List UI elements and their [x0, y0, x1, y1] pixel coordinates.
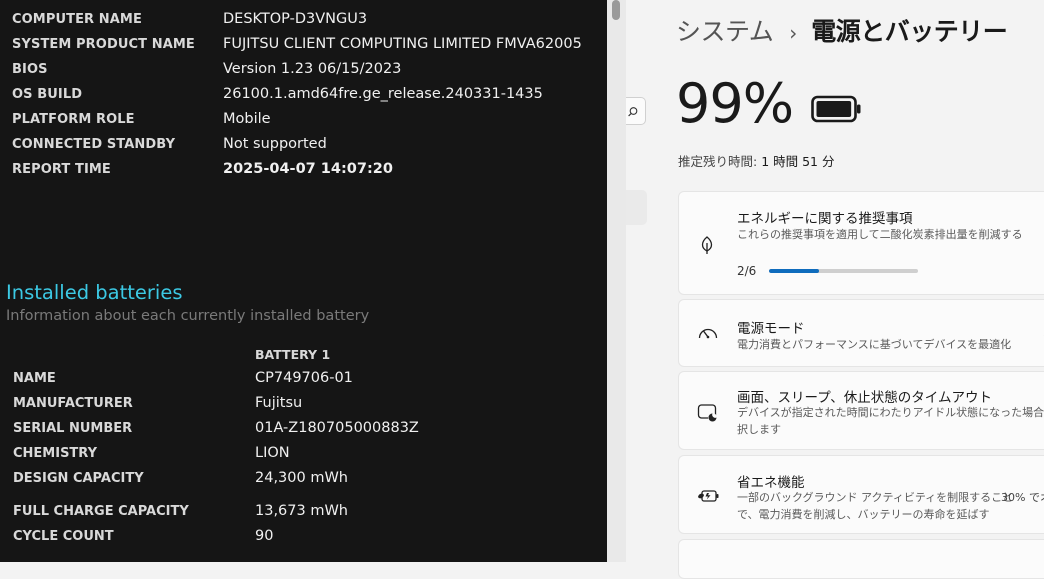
- remaining-time-label: 推定残り時間:: [678, 154, 762, 169]
- battery-value: 24,300 mWh: [255, 470, 348, 486]
- vertical-scrollbar[interactable]: [607, 0, 626, 562]
- card-description-line2: 択します: [737, 423, 781, 436]
- system-info-row: PLATFORM ROLE Mobile: [0, 111, 607, 137]
- info-value: FUJITSU CLIENT COMPUTING LIMITED FMVA620…: [223, 36, 582, 52]
- battery-row: MANUFACTURER Fujitsu: [0, 395, 607, 421]
- info-key: SYSTEM PRODUCT NAME: [12, 37, 195, 52]
- system-info-row: CONNECTED STANDBY Not supported: [0, 136, 607, 162]
- remaining-time: 推定残り時間: 1 時間 51 分: [678, 151, 834, 170]
- battery-row: CHEMISTRY LION: [0, 445, 607, 471]
- battery-key: SERIAL NUMBER: [13, 421, 133, 436]
- installed-batteries-title: Installed batteries: [6, 281, 183, 304]
- recommendations-progress-bar: [769, 269, 918, 273]
- battery-saver-card[interactable]: 省エネ機能 一部のバックグラウンド アクティビティを制限すること で、電力消費を…: [678, 455, 1044, 534]
- battery-row: DESIGN CAPACITY 24,300 mWh: [0, 470, 607, 496]
- battery-value: 13,673 mWh: [255, 503, 348, 519]
- breadcrumb-separator: ›: [789, 21, 798, 45]
- card-title: 電源モード: [737, 321, 805, 337]
- battery-saver-icon: [698, 490, 719, 502]
- battery-icon: [811, 95, 861, 123]
- battery-value: 90: [255, 528, 274, 544]
- info-key: OS BUILD: [12, 87, 83, 102]
- scrollbar-thumb[interactable]: [612, 0, 620, 20]
- card-description-line1: 一部のバックグラウンド アクティビティを制限すること: [737, 491, 1014, 504]
- card-description: これらの推奨事項を適用して二酸化炭素排出量を削減する: [737, 228, 1023, 241]
- battery-saver-threshold[interactable]: 30% でオン: [1001, 489, 1044, 505]
- search-icon: [628, 107, 638, 117]
- system-info-row: BIOS Version 1.23 06/15/2023: [0, 61, 607, 87]
- battery-row: FULL CHARGE CAPACITY 13,673 mWh: [0, 503, 607, 529]
- battery-row: CYCLE COUNT 90: [0, 528, 607, 554]
- battery-key: NAME: [13, 371, 56, 386]
- battery-value: 01A-Z180705000883Z: [255, 420, 419, 436]
- battery-key: DESIGN CAPACITY: [13, 471, 144, 486]
- info-value: 26100.1.amd64fre.ge_release.240331-1435: [223, 86, 543, 102]
- info-value: Not supported: [223, 136, 327, 152]
- info-value: 2025-04-07 14:07:20: [223, 161, 393, 177]
- battery-value: CP749706-01: [255, 370, 353, 386]
- breadcrumb-parent[interactable]: システム: [676, 17, 774, 46]
- info-key: PLATFORM ROLE: [12, 112, 135, 127]
- recommendations-progress-text: 2/6: [737, 264, 757, 278]
- info-value: Version 1.23 06/15/2023: [223, 61, 402, 77]
- system-info-row: COMPUTER NAME DESKTOP-D3VNGU3: [0, 11, 607, 37]
- info-key: REPORT TIME: [12, 162, 111, 177]
- power-mode-card[interactable]: 電源モード 電力消費とパフォーマンスに基づいてデバイスを最適化 ⌄: [678, 299, 1044, 367]
- battery-report-pane: COMPUTER NAME DESKTOP-D3VNGU3 SYSTEM PRO…: [0, 0, 607, 562]
- battery-percentage: 99%: [676, 72, 794, 135]
- leaf-icon: [701, 236, 713, 254]
- settings-search-box[interactable]: [626, 97, 646, 125]
- energy-recommendations-card[interactable]: エネルギーに関する推奨事項 これらの推奨事項を適用して二酸化炭素排出量を削減する…: [678, 191, 1044, 295]
- nav-item-selected[interactable]: [626, 190, 647, 225]
- installed-batteries-subtitle: Information about each currently install…: [6, 308, 370, 324]
- battery-key: CHEMISTRY: [13, 446, 98, 461]
- system-info-row: OS BUILD 26100.1.amd64fre.ge_release.240…: [0, 86, 607, 112]
- info-key: COMPUTER NAME: [12, 12, 142, 27]
- breadcrumb: システム › 電源とバッテリー: [676, 12, 1008, 48]
- battery-row: SERIAL NUMBER 01A-Z180705000883Z: [0, 420, 607, 446]
- card-description-line2: で、電力消費を削減し、バッテリーの寿命を延ばす: [737, 508, 990, 521]
- card-description: 電力消費とパフォーマンスに基づいてデバイスを最適化: [737, 338, 1012, 351]
- card-title: エネルギーに関する推奨事項: [737, 211, 913, 227]
- info-key: CONNECTED STANDBY: [12, 137, 176, 152]
- settings-card-next[interactable]: [678, 539, 1044, 579]
- card-description-line1: デバイスが指定された時間にわたりアイドル状態になった場合の動作: [737, 406, 1044, 419]
- remaining-time-value: 1 時間 51 分: [761, 154, 835, 169]
- system-info-row: REPORT TIME 2025-04-07 14:07:20: [0, 161, 607, 187]
- system-info-row: SYSTEM PRODUCT NAME FUJITSU CLIENT COMPU…: [0, 36, 607, 62]
- battery-row: NAME CP749706-01: [0, 370, 607, 396]
- card-title: 画面、スリープ、休止状態のタイムアウト: [737, 390, 993, 406]
- info-value: Mobile: [223, 111, 271, 127]
- page-title: 電源とバッテリー: [811, 17, 1008, 46]
- battery-key: MANUFACTURER: [13, 396, 133, 411]
- battery-column-header: BATTERY 1: [255, 347, 331, 362]
- battery-value: LION: [255, 445, 290, 461]
- battery-key: CYCLE COUNT: [13, 529, 114, 544]
- info-key: BIOS: [12, 62, 48, 77]
- speedometer-icon: [698, 328, 718, 339]
- progress-fill: [769, 269, 819, 273]
- battery-key: FULL CHARGE CAPACITY: [13, 504, 189, 519]
- info-value: DESKTOP-D3VNGU3: [223, 11, 368, 27]
- screen-timeout-icon: [697, 404, 717, 422]
- battery-value: Fujitsu: [255, 395, 303, 411]
- screen-sleep-timeout-card[interactable]: 画面、スリープ、休止状態のタイムアウト デバイスが指定された時間にわたりアイドル…: [678, 371, 1044, 450]
- card-title: 省エネ機能: [737, 475, 805, 491]
